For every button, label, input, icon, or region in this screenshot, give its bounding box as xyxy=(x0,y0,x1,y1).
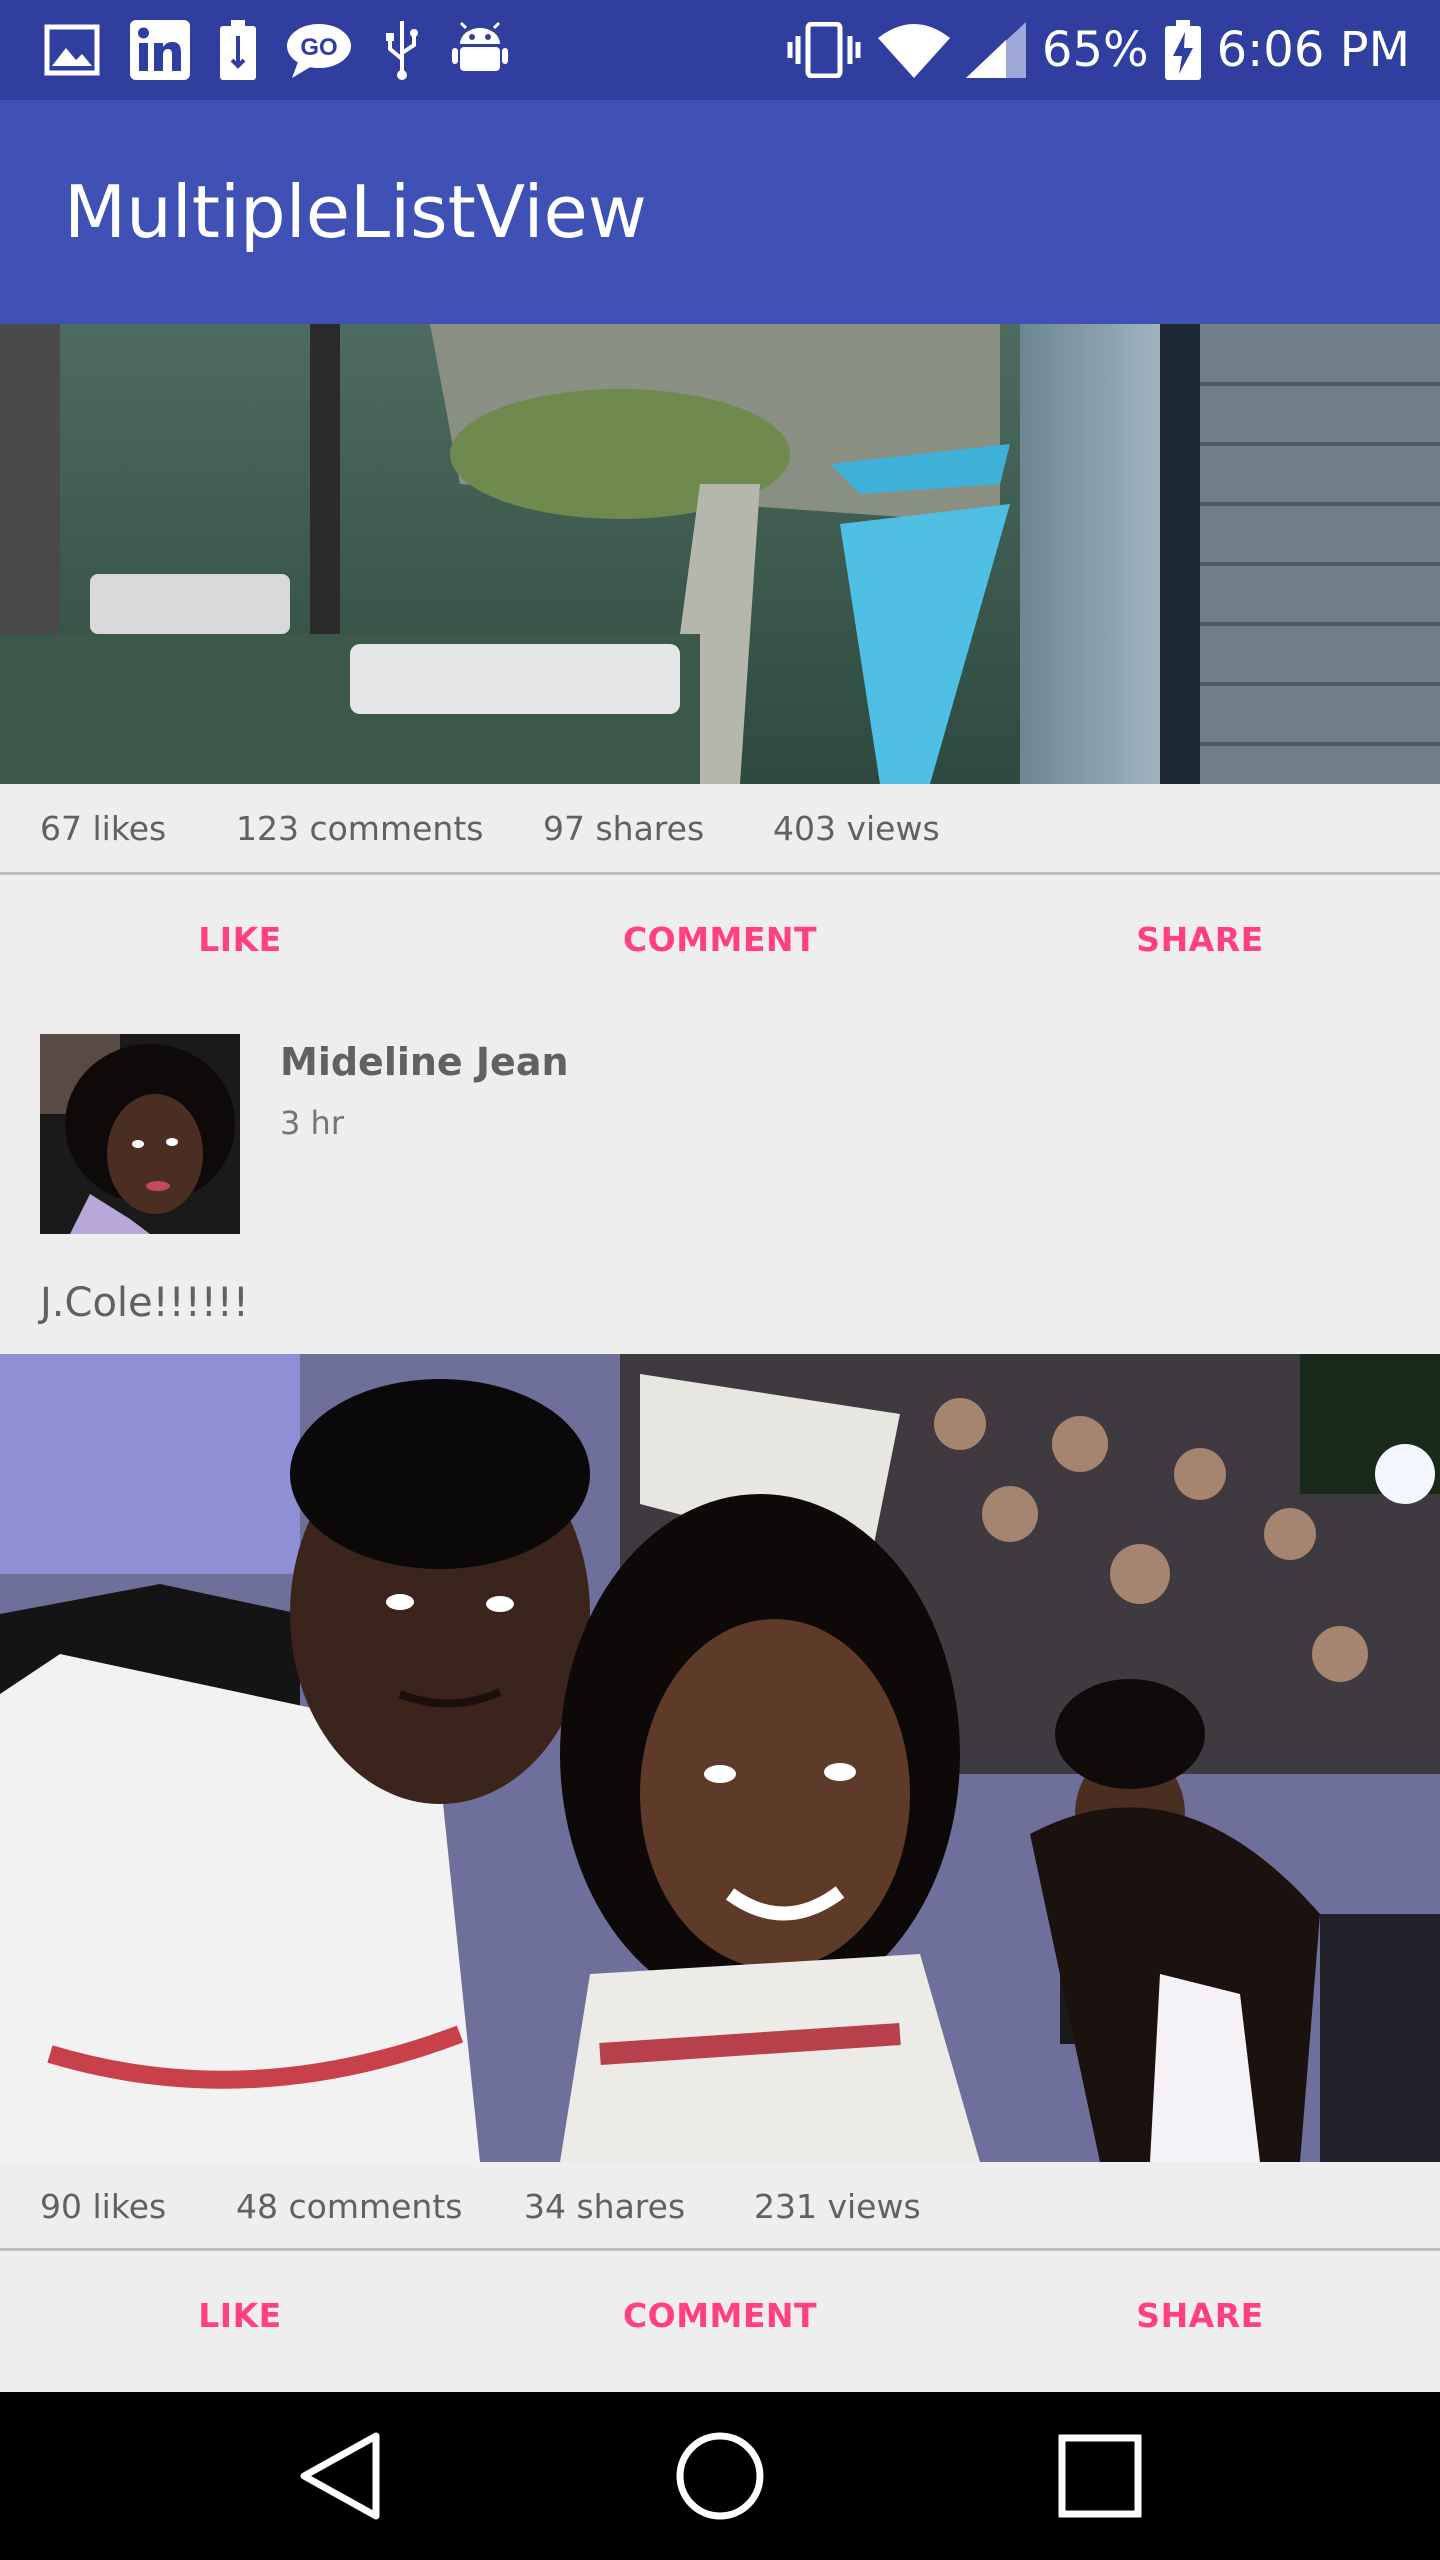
android-icon xyxy=(452,22,508,71)
comments-count: 48 comments xyxy=(236,2186,463,2226)
navigation-bar xyxy=(0,2392,1440,2560)
post-actions: LIKE COMMENT SHARE xyxy=(0,2260,1440,2370)
post-text: J.Cole!!!!!! xyxy=(40,1280,249,1326)
shares-count: 97 shares xyxy=(543,808,705,848)
home-icon[interactable] xyxy=(670,2426,770,2526)
divider xyxy=(0,872,1440,875)
concert-selfie-photo[interactable] xyxy=(0,1354,1440,2162)
post-stats-row: 90 likes 48 comments 34 shares 231 views xyxy=(0,2162,1440,2250)
city-pool-photo[interactable] xyxy=(0,324,1440,784)
post-actions: LIKE COMMENT SHARE xyxy=(0,884,1440,994)
status-bar: GO 65% 6:06 PM xyxy=(0,0,1440,100)
views-count: 231 views xyxy=(754,2186,921,2226)
views-count: 403 views xyxy=(773,808,940,848)
likes-count: 67 likes xyxy=(40,808,167,848)
battery-charging-icon xyxy=(1164,20,1201,80)
comments-count: 123 comments xyxy=(236,808,484,848)
share-button[interactable]: SHARE xyxy=(960,2260,1440,2370)
shares-count: 34 shares xyxy=(524,2186,686,2226)
share-button[interactable]: SHARE xyxy=(960,884,1440,994)
battery-percent: 65% xyxy=(1041,22,1149,78)
battery-saver-icon xyxy=(220,20,256,80)
likes-count: 90 likes xyxy=(40,2186,167,2226)
svg-text:GO: GO xyxy=(300,34,337,61)
image-icon xyxy=(44,24,100,76)
like-button[interactable]: LIKE xyxy=(0,884,480,994)
post-stats-row: 67 likes 123 comments 97 shares 403 view… xyxy=(0,784,1440,872)
comment-button[interactable]: COMMENT xyxy=(480,884,960,994)
recents-icon[interactable] xyxy=(1050,2426,1150,2526)
clock: 6:06 PM xyxy=(1216,22,1410,78)
go-chat-icon: GO xyxy=(287,24,351,78)
back-icon[interactable] xyxy=(290,2426,390,2526)
wifi-icon xyxy=(877,24,950,78)
comment-button[interactable]: COMMENT xyxy=(480,2260,960,2370)
linkedin-icon xyxy=(130,20,190,80)
signal-icon xyxy=(965,22,1026,78)
like-button[interactable]: LIKE xyxy=(0,2260,480,2370)
author-name[interactable]: Mideline Jean xyxy=(280,1040,569,1084)
app-title: MultipleListView xyxy=(64,170,647,254)
usb-icon xyxy=(386,21,418,80)
avatar[interactable] xyxy=(40,1034,240,1234)
app-bar: MultipleListView xyxy=(0,100,1440,324)
post-time: 3 hr xyxy=(280,1104,344,1142)
vibrate-icon xyxy=(787,22,861,78)
divider xyxy=(0,2248,1440,2251)
